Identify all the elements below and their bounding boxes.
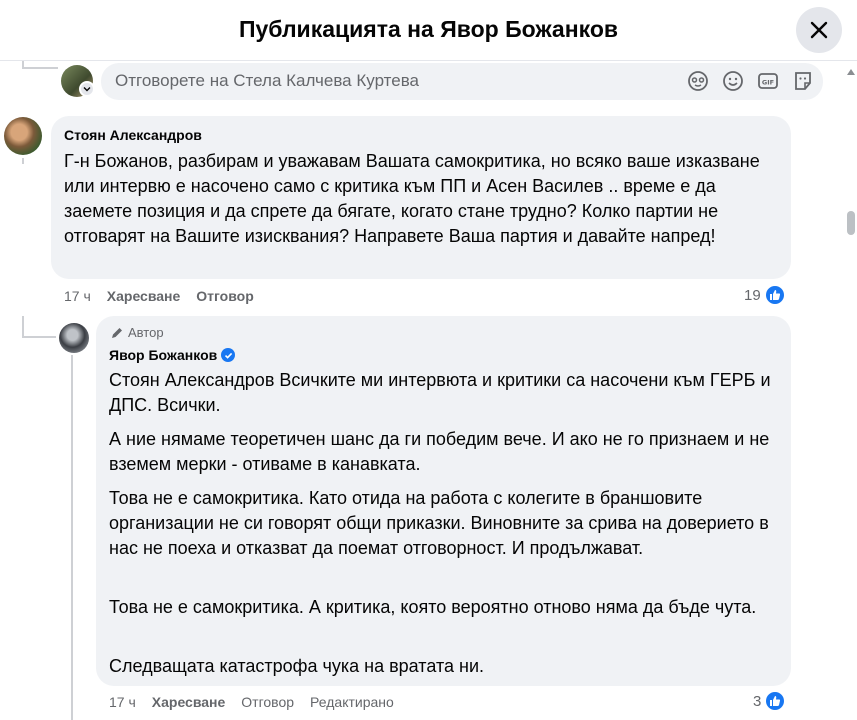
comment-paragraph: А ние нямаме теоретичен шанс да ги побед… bbox=[109, 429, 770, 474]
comment-paragraph: Следващата катастрофа чука на вратата ни… bbox=[109, 656, 485, 676]
comment-paragraph: Стоян Александров Всичките ми интервюта … bbox=[109, 370, 771, 415]
avatar-icon[interactable] bbox=[686, 69, 710, 93]
chevron-down-icon[interactable] bbox=[79, 81, 95, 97]
thread-line bbox=[22, 336, 56, 338]
gif-icon[interactable]: GIF bbox=[756, 69, 780, 93]
reaction-count[interactable]: 19 bbox=[744, 287, 761, 304]
sticker-icon[interactable] bbox=[791, 69, 815, 93]
scroll-up-arrow[interactable] bbox=[847, 69, 855, 75]
comment-bubble: Стоян Александров Г-н Божанов, разбирам … bbox=[51, 116, 791, 279]
reply-composer: Отговорете на Стела Калчева Куртева GIF bbox=[61, 63, 823, 100]
comment-paragraph: Това не е самокритика. Като отида на раб… bbox=[109, 488, 769, 558]
verified-badge-icon bbox=[221, 348, 236, 362]
comment-time[interactable]: 17 ч bbox=[64, 288, 91, 304]
like-reaction-icon[interactable] bbox=[765, 691, 785, 711]
comment-paragraph: Това не е самокритика. А критика, която … bbox=[109, 597, 757, 617]
scrollbar-thumb[interactable] bbox=[847, 211, 855, 235]
reply-button[interactable]: Отговор bbox=[196, 288, 253, 304]
reply-tools: GIF bbox=[686, 69, 815, 93]
scrollbar-track[interactable] bbox=[844, 61, 857, 720]
like-button[interactable]: Харесване bbox=[107, 288, 181, 304]
comment-author[interactable]: Стоян Александров bbox=[64, 127, 202, 143]
comment-time[interactable]: 17 ч bbox=[109, 694, 136, 710]
emoji-icon[interactable] bbox=[721, 69, 745, 93]
reply-placeholder: Отговорете на Стела Калчева Куртева bbox=[115, 71, 419, 90]
avatar[interactable] bbox=[4, 117, 42, 155]
pencil-icon bbox=[112, 327, 122, 338]
thread-line bbox=[22, 158, 24, 164]
edited-label: Редактирано bbox=[310, 694, 394, 710]
like-button[interactable]: Харесване bbox=[152, 694, 226, 710]
comment-author[interactable]: Явор Божанков bbox=[109, 347, 217, 363]
comment-text: Г-н Божанов, разбирам и уважавам Вашата … bbox=[64, 151, 760, 246]
author-badge-label: Автор bbox=[128, 325, 164, 340]
avatar[interactable] bbox=[59, 323, 89, 353]
close-icon bbox=[810, 21, 828, 39]
svg-text:GIF: GIF bbox=[762, 79, 774, 87]
thread-line bbox=[22, 316, 24, 336]
reply-input[interactable]: Отговорете на Стела Калчева Куртева GIF bbox=[101, 63, 823, 100]
post-dialog-header: Публикацията на Явор Божанков bbox=[0, 0, 857, 61]
close-button[interactable] bbox=[796, 7, 842, 53]
reaction-count[interactable]: 3 bbox=[753, 693, 761, 710]
comment-actions: 17 ч Харесване Отговор Редактирано bbox=[109, 694, 410, 710]
thread-line bbox=[71, 355, 73, 720]
like-reaction-icon[interactable] bbox=[765, 285, 785, 305]
comment-author-row: Явор Божанков bbox=[109, 347, 236, 363]
reply-button[interactable]: Отговор bbox=[241, 694, 294, 710]
author-badge: Автор bbox=[110, 325, 164, 340]
page-title: Публикацията на Явор Божанков bbox=[238, 16, 619, 42]
comment-bubble: Автор Явор Божанков Стоян Александров Вс… bbox=[96, 316, 791, 686]
comment-actions: 17 ч Харесване Отговор bbox=[64, 288, 270, 304]
thread-line bbox=[22, 67, 58, 69]
